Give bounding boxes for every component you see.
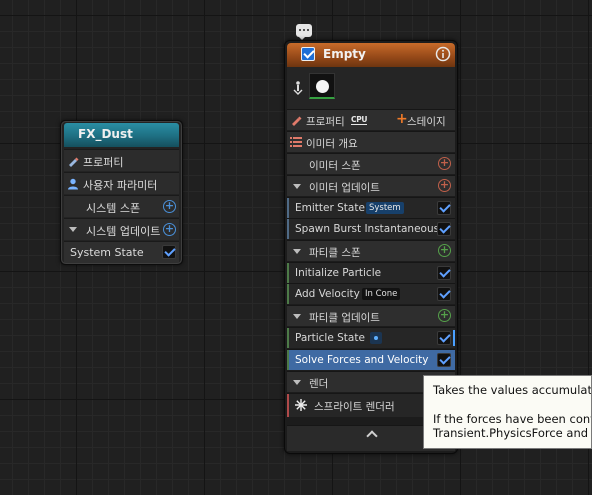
emitter-person-icon (293, 81, 303, 95)
system-node-header[interactable]: FX_Dust (64, 123, 179, 147)
system-state-label: System State (70, 246, 144, 259)
emitter-update-row[interactable]: 이미터 업데이트 + (287, 175, 455, 196)
system-state-checkbox[interactable] (162, 245, 176, 259)
solve-forces-label: Solve Forces and Velocity (295, 354, 429, 366)
add-velocity-checkbox[interactable] (437, 287, 451, 301)
emitter-state-badge: System (366, 202, 404, 214)
emitter-state-label: Emitter State (295, 202, 365, 214)
module-particle-state[interactable]: Particle State (287, 327, 455, 348)
emitter-overview-label: 이미터 개요 (306, 138, 358, 150)
add-module-plus-icon[interactable]: + (438, 179, 451, 192)
add-velocity-label: Add Velocity (295, 288, 360, 300)
emitter-enabled-checkbox[interactable] (301, 47, 315, 61)
system-spawn-row[interactable]: 시스템 스폰 + (64, 195, 179, 217)
add-module-plus-icon[interactable]: + (163, 200, 176, 213)
collapse-triangle-icon[interactable] (293, 249, 301, 254)
solve-forces-checkbox[interactable] (437, 353, 451, 367)
spawn-burst-label: Spawn Burst Instantaneous (295, 223, 440, 235)
collapse-triangle-icon[interactable] (293, 184, 301, 189)
system-node-title: FX_Dust (78, 127, 133, 141)
user-parameters-label: 사용자 파라미터 (83, 179, 158, 192)
add-module-plus-icon[interactable]: + (438, 309, 451, 322)
particle-state-label: Particle State (295, 332, 365, 344)
tooltip-line-1: Takes the values accumulated (433, 383, 592, 397)
add-module-plus-icon[interactable]: + (438, 157, 451, 170)
sprite-renderer-icon (295, 399, 307, 411)
particle-spawn-label: 파티클 스폰 (309, 247, 361, 259)
initialize-particle-label: Initialize Particle (295, 267, 382, 279)
emitter-node-title: Empty (323, 47, 366, 61)
add-stage-button[interactable]: 스테이지 (407, 114, 446, 129)
collapse-triangle-icon[interactable] (69, 227, 77, 232)
pencil-icon (292, 116, 302, 126)
module-add-velocity[interactable]: Add Velocity In Cone (287, 283, 455, 304)
system-spawn-label: 시스템 스폰 (86, 202, 141, 215)
emitter-update-label: 이미터 업데이트 (309, 182, 380, 194)
tooltip-line-3: Transient.PhysicsForce and T (433, 426, 592, 440)
pencil-icon (69, 157, 79, 167)
sprite-renderer-label: 스프라이트 렌더러 (314, 401, 395, 413)
module-emitter-state[interactable]: Emitter State System (287, 197, 455, 218)
tooltip-line-2: If the forces have been conver (433, 411, 592, 426)
particle-update-row[interactable]: 파티클 업데이트 + (287, 305, 455, 326)
system-properties-label: 프로퍼티 (83, 156, 124, 169)
list-icon (290, 137, 302, 147)
module-solve-forces-velocity[interactable]: Solve Forces and Velocity (287, 349, 455, 370)
render-label: 렌더 (309, 378, 329, 390)
info-icon[interactable] (435, 46, 451, 62)
user-icon (68, 178, 78, 190)
emitter-properties-label: 프로퍼티 (306, 116, 345, 128)
particle-state-badge-icon (370, 332, 382, 344)
collapse-triangle-icon[interactable] (293, 380, 301, 385)
emitter-thumbnail[interactable] (309, 73, 335, 99)
module-initialize-particle[interactable]: Initialize Particle (287, 262, 455, 283)
system-update-row[interactable]: 시스템 업데이트 + (64, 218, 179, 240)
module-spawn-burst[interactable]: Spawn Burst Instantaneous (287, 218, 455, 239)
add-stage-plus-icon[interactable]: + (396, 111, 408, 127)
emitter-spawn-label: 이미터 스폰 (309, 160, 361, 172)
emitter-node-header[interactable]: Empty (287, 43, 455, 67)
initialize-particle-checkbox[interactable] (437, 266, 451, 280)
add-module-plus-icon[interactable]: + (163, 223, 176, 236)
emitter-properties-row[interactable]: 프로퍼티 CPU + 스테이지 (287, 109, 455, 130)
comment-bubble-icon[interactable] (296, 24, 312, 40)
system-properties-row[interactable]: 프로퍼티 (64, 149, 179, 171)
cpu-sim-target-icon: CPU (351, 115, 368, 125)
particle-spawn-row[interactable]: 파티클 스폰 + (287, 240, 455, 261)
collapse-triangle-icon[interactable] (293, 314, 301, 319)
emitter-overview-row[interactable]: 이미터 개요 (287, 131, 455, 152)
particle-update-label: 파티클 업데이트 (309, 312, 380, 324)
system-node[interactable]: FX_Dust 프로퍼티 사용자 파라미터 시스템 스폰 + 시스템 업데이트 … (60, 120, 183, 265)
system-update-label: 시스템 업데이트 (86, 225, 161, 238)
add-module-plus-icon[interactable]: + (438, 244, 451, 257)
emitter-thumbnail-area (287, 67, 455, 109)
system-state-row[interactable]: System State (64, 241, 179, 263)
emitter-state-checkbox[interactable] (437, 201, 451, 215)
emitter-spawn-row[interactable]: 이미터 스폰 + (287, 153, 455, 174)
user-parameters-row[interactable]: 사용자 파라미터 (64, 172, 179, 194)
module-tooltip: Takes the values accumulated If the forc… (423, 375, 592, 449)
spawn-burst-checkbox[interactable] (437, 222, 451, 236)
particle-state-checkbox[interactable] (437, 331, 451, 345)
chevron-up-icon (366, 430, 378, 442)
add-velocity-badge: In Cone (362, 288, 401, 300)
